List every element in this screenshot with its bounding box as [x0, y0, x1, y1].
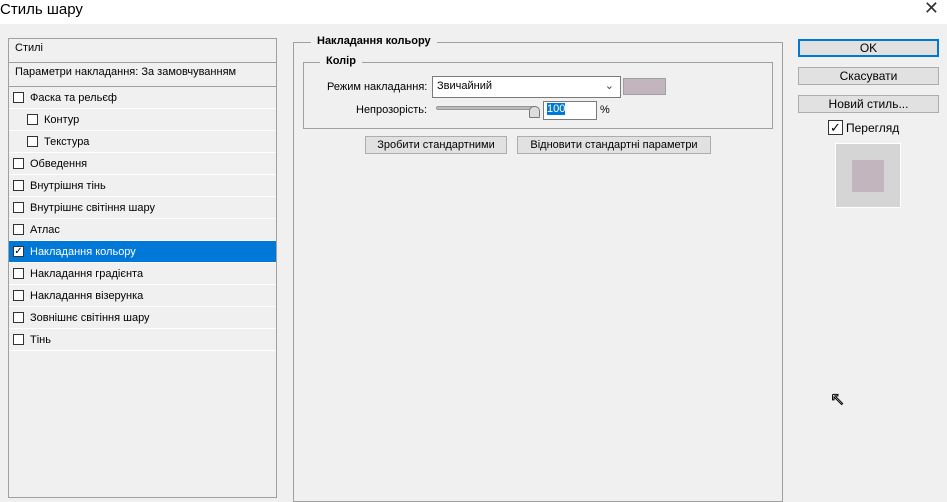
style-item[interactable]: Обведення: [9, 153, 276, 175]
close-icon[interactable]: ✕: [924, 0, 939, 19]
checkbox-icon[interactable]: [13, 290, 24, 301]
opacity-slider-thumb[interactable]: [529, 106, 540, 118]
blend-mode-select[interactable]: Звичайний ⌄: [432, 76, 621, 98]
checkbox-checked-icon[interactable]: ✓: [13, 246, 24, 257]
style-preview: [835, 143, 901, 208]
blending-options[interactable]: Параметри накладання: За замовчуванням: [9, 63, 276, 87]
title-bar: Стиль шару ✕: [0, 0, 947, 24]
style-item-label: Фаска та рельєф: [30, 91, 117, 104]
style-item-label: Атлас: [30, 223, 60, 236]
checkbox-icon[interactable]: [13, 268, 24, 279]
ok-button[interactable]: OK: [798, 39, 939, 57]
style-item[interactable]: Накладання градієнта: [9, 263, 276, 285]
preview-checkbox[interactable]: ✓ Перегляд: [828, 120, 899, 135]
style-item-label: Внутрішнє світіння шару: [30, 201, 155, 214]
color-swatch[interactable]: [623, 78, 666, 95]
style-item[interactable]: Атлас: [9, 219, 276, 241]
style-item[interactable]: Зовнішнє світіння шару: [9, 307, 276, 329]
checkbox-icon[interactable]: [13, 334, 24, 345]
checkbox-icon[interactable]: [13, 180, 24, 191]
opacity-label: Непрозорість:: [356, 104, 428, 116]
opacity-slider[interactable]: [436, 106, 536, 110]
style-item-label: Зовнішнє світіння шару: [30, 311, 150, 324]
checkbox-icon[interactable]: [13, 224, 24, 235]
style-item[interactable]: Текстура: [9, 131, 276, 153]
checkbox-icon[interactable]: [27, 114, 38, 125]
reset-default-button[interactable]: Відновити стандартні параметри: [517, 136, 711, 154]
chevron-down-icon: ⌄: [604, 80, 614, 92]
cancel-button[interactable]: Скасувати: [798, 67, 939, 85]
checkbox-icon[interactable]: [13, 92, 24, 103]
blend-mode-label: Режим накладання:: [327, 81, 428, 93]
style-item[interactable]: Накладання візерунка: [9, 285, 276, 307]
preview-label: Перегляд: [846, 120, 900, 135]
mouse-cursor-icon: ↖: [829, 389, 846, 410]
checkbox-icon[interactable]: [13, 158, 24, 169]
window-title: Стиль шару: [0, 1, 83, 18]
percent-label: %: [600, 104, 610, 116]
make-default-button[interactable]: Зробити стандартними: [365, 136, 507, 154]
style-item-label: Внутрішня тінь: [30, 179, 106, 192]
style-item-label: Накладання візерунка: [30, 289, 144, 302]
style-item[interactable]: Внутрішнє світіння шару: [9, 197, 276, 219]
style-item-label: Накладання градієнта: [30, 267, 144, 280]
style-item[interactable]: Внутрішня тінь: [9, 175, 276, 197]
preview-swatch: [852, 160, 884, 192]
style-item-label: Контур: [44, 113, 80, 126]
color-group-title: Колір: [320, 55, 362, 67]
style-item-label: Накладання кольору: [30, 245, 136, 258]
style-item[interactable]: Контур: [9, 109, 276, 131]
checkbox-icon[interactable]: [13, 312, 24, 323]
blend-mode-value: Звичайний: [437, 80, 492, 92]
styles-header[interactable]: Стилі: [9, 39, 276, 63]
new-style-button[interactable]: Новий стиль...: [798, 95, 939, 113]
style-item[interactable]: Фаска та рельєф: [9, 87, 276, 109]
opacity-value: 100: [547, 103, 566, 115]
opacity-input[interactable]: 100: [543, 101, 597, 120]
style-item[interactable]: ✓ Накладання кольору: [9, 241, 276, 263]
style-item-label: Обведення: [30, 157, 88, 170]
style-item-label: Текстура: [44, 135, 90, 148]
checkmark-icon: ✓: [828, 120, 843, 135]
styles-list: Стилі Параметри накладання: За замовчува…: [8, 38, 277, 498]
style-item-label: Тінь: [30, 333, 51, 346]
style-item[interactable]: Тінь: [9, 329, 276, 351]
checkbox-icon[interactable]: [13, 202, 24, 213]
section-title: Накладання кольору: [311, 35, 437, 47]
checkbox-icon[interactable]: [27, 136, 38, 147]
